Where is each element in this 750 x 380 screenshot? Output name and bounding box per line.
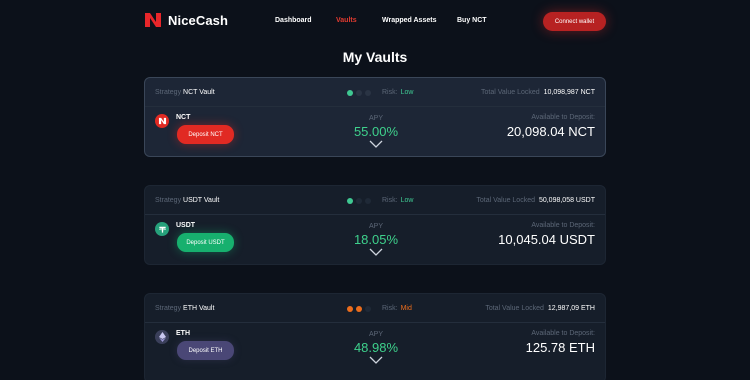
- risk-indicator: Risk: Low: [347, 197, 413, 204]
- tvl: Total Value Locked 12,987,09 ETH: [485, 305, 595, 312]
- vault-name: NCT Vault: [183, 89, 215, 96]
- tvl-value: 50,098,058 USDT: [538, 197, 595, 204]
- risk-dot: [365, 89, 371, 96]
- risk-dot: [347, 197, 353, 204]
- chevron-down-icon[interactable]: [369, 140, 383, 148]
- vault-header: Strategy NCT Vault Risk: Low Total Value…: [145, 78, 605, 107]
- nav-vaults[interactable]: Vaults: [336, 17, 357, 24]
- risk-indicator: Risk: Low: [347, 89, 413, 96]
- vault-name: USDT Vault: [183, 197, 220, 204]
- risk-level: Low: [400, 89, 414, 96]
- risk-dot: [365, 305, 371, 312]
- vault-header: Strategy USDT Vault Risk: Low Total Valu…: [145, 186, 605, 215]
- connect-wallet-button[interactable]: Connect wallet: [543, 12, 606, 31]
- vault-card-usdt[interactable]: Strategy USDT Vault Risk: Low Total Valu…: [144, 185, 606, 265]
- risk-dot: [347, 89, 353, 96]
- risk-dot: [365, 197, 371, 204]
- vault-name: ETH Vault: [183, 305, 215, 312]
- risk-level: Mid: [400, 305, 412, 312]
- risk-dot: [356, 305, 362, 312]
- risk-dot: [356, 197, 362, 204]
- nicecash-logo-icon: [145, 13, 161, 27]
- tvl-value: 10,098,987 NCT: [543, 89, 595, 96]
- nav-dashboard[interactable]: Dashboard: [275, 17, 312, 24]
- top-navbar: NiceCash Dashboard Vaults Wrapped Assets…: [0, 0, 750, 42]
- nav-wrapped-assets[interactable]: Wrapped Assets: [382, 17, 436, 24]
- strategy-label: Strategy ETH Vault: [155, 305, 215, 312]
- brand-name: NiceCash: [168, 12, 229, 28]
- available-label: Available to Deposit:: [531, 114, 595, 121]
- chevron-down-icon[interactable]: [369, 356, 383, 364]
- brand-logo[interactable]: NiceCash: [143, 11, 228, 29]
- risk-level: Low: [400, 197, 414, 204]
- tvl: Total Value Locked 10,098,987 NCT: [481, 89, 595, 96]
- risk-dot: [356, 89, 362, 96]
- vault-header: Strategy ETH Vault Risk: Mid Total Value…: [145, 294, 605, 323]
- vault-card-nct[interactable]: Strategy NCT Vault Risk: Low Total Value…: [144, 77, 606, 157]
- vault-card-eth[interactable]: Strategy ETH Vault Risk: Mid Total Value…: [144, 293, 606, 380]
- chevron-down-icon[interactable]: [369, 248, 383, 256]
- strategy-label: Strategy USDT Vault: [155, 197, 220, 204]
- page-title: My Vaults: [342, 49, 408, 65]
- risk-indicator: Risk: Mid: [347, 305, 412, 312]
- tvl: Total Value Locked 50,098,058 USDT: [476, 197, 595, 204]
- risk-dot: [347, 305, 353, 312]
- tvl-value: 12,987,09 ETH: [547, 305, 595, 312]
- strategy-label: Strategy NCT Vault: [155, 89, 215, 96]
- available-value: 20,098.04 NCT: [506, 124, 595, 139]
- nav-buy-nct[interactable]: Buy NCT: [457, 17, 487, 24]
- available-label: Available to Deposit:: [531, 330, 595, 337]
- available-value: 10,045.04 USDT: [498, 232, 595, 247]
- available-label: Available to Deposit:: [531, 222, 595, 229]
- available-value: 125.78 ETH: [525, 340, 595, 355]
